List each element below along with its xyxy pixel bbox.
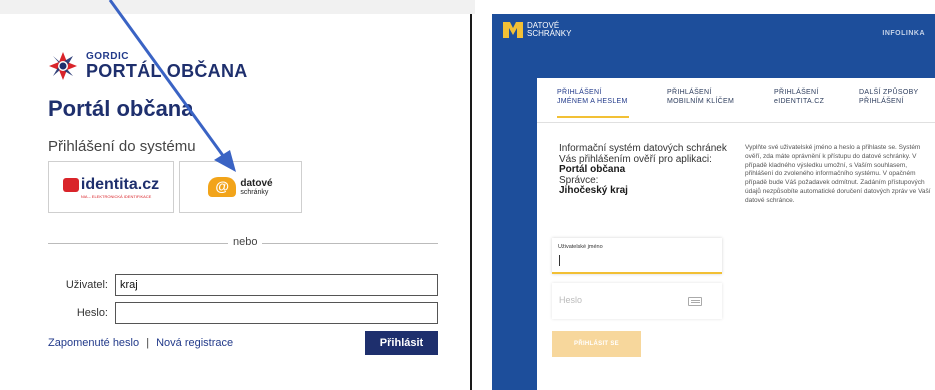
password-label: Heslo: <box>76 307 108 319</box>
ds-username-label: Uživatelské jméno <box>558 244 603 250</box>
login-tabs: PŘIHLÁŠENÍ JMÉNEM A HESLEM PŘIHLÁŠENÍ MO… <box>537 78 935 123</box>
top-strip <box>0 0 475 14</box>
tab-line2: PŘIHLÁŠENÍ <box>859 97 904 105</box>
username-input[interactable] <box>115 274 438 296</box>
identita-tagline: NIA – ELEKTRONICKÁ IDENTIFIKACE <box>80 193 152 199</box>
page-title: Portál občana <box>48 96 194 121</box>
tab-line1: PŘIHLÁŠENÍ <box>667 89 712 96</box>
infolinka-link[interactable]: INFOLINKA <box>882 30 925 37</box>
login-card: PŘIHLÁŠENÍ JMÉNEM A HESLEM PŘIHLÁŠENÍ MO… <box>537 78 935 390</box>
app-name: Portál občana <box>559 164 626 175</box>
datove-schranky-login-button[interactable]: datové schránky <box>179 161 302 213</box>
active-tab-indicator <box>557 116 629 118</box>
datove-schranky-icon <box>208 177 237 197</box>
forgot-password-link[interactable]: Zapomenuté heslo <box>48 337 139 349</box>
ds-logo-line2: SCHRÁNKY <box>527 29 572 39</box>
login-instructions: Vyplňte své uživatelské jméno a heslo a … <box>745 144 931 204</box>
identita-label: identita.cz <box>80 175 160 193</box>
panel-border <box>470 14 472 390</box>
divider-line-left <box>48 243 228 244</box>
password-input[interactable] <box>115 302 438 324</box>
ds-logo-icon <box>503 22 523 39</box>
app-info: Informační systém datových schránek Vás … <box>559 143 734 197</box>
text-cursor <box>559 255 560 266</box>
tab-name-password[interactable]: PŘIHLÁŠENÍ JMÉNEM A HESLEM <box>557 89 629 118</box>
divider-line-right <box>262 243 438 244</box>
keyboard-icon[interactable] <box>688 297 702 306</box>
links-separator: | <box>146 337 150 349</box>
tab-line1: PŘIHLÁŠENÍ <box>557 89 602 96</box>
ds-login-button[interactable]: PŘIHLÁSIT SE <box>552 331 641 357</box>
admin-name: Jihočeský kraj <box>559 185 628 196</box>
ds-label-line1: datové <box>240 177 273 189</box>
gordic-logo-icon <box>49 52 77 80</box>
portal-logo: GORDIC PORTÁL OBČANA <box>48 51 248 81</box>
tab-other-methods[interactable]: DALŠÍ ZPŮSOBY PŘIHLÁŠENÍ <box>859 89 919 107</box>
app-info-text: Informační systém datových schránek Vás … <box>559 143 727 165</box>
register-link[interactable]: Nová registrace <box>156 337 233 349</box>
or-text: nebo <box>233 236 258 248</box>
tab-eidentita[interactable]: PŘIHLÁŠENÍ eIDENTITA.CZ <box>774 89 824 107</box>
tab-line1: DALŠÍ ZPŮSOBY <box>859 89 919 96</box>
logo-big-text: PORTÁL OBČANA <box>86 61 248 81</box>
ds-password-field[interactable]: Heslo <box>552 283 722 319</box>
identita-icon <box>62 177 79 192</box>
links-row: Zapomenuté heslo | Nová registrace <box>48 337 233 349</box>
tab-line1: PŘIHLÁŠENÍ <box>774 89 819 96</box>
tab-line2: MOBILNÍM KLÍČEM <box>667 97 735 105</box>
identita-login-button[interactable]: identita.cz NIA – ELEKTRONICKÁ IDENTIFIK… <box>48 161 174 213</box>
portal-obcana-panel: GORDIC PORTÁL OBČANA Portál občana Přihl… <box>0 0 475 390</box>
or-divider: nebo <box>48 236 438 250</box>
username-label: Uživatel: <box>65 279 108 291</box>
tab-line2: JMÉNEM A HESLEM <box>557 97 628 105</box>
login-button[interactable]: Přihlásit <box>365 331 438 355</box>
ds-password-placeholder: Heslo <box>559 295 583 305</box>
ds-label-line2: schránky <box>240 188 269 196</box>
ds-username-field[interactable]: Uživatelské jméno <box>552 238 722 274</box>
tab-mobile-key[interactable]: PŘIHLÁŠENÍ MOBILNÍM KLÍČEM <box>667 89 734 107</box>
ds-logo: DATOVÉ SCHRÁNKY <box>503 21 572 39</box>
page-subtitle: Přihlášení do systému <box>48 138 196 155</box>
tab-line2: eIDENTITA.CZ <box>774 97 825 105</box>
datove-schranky-panel: DATOVÉ SCHRÁNKY INFOLINKA PŘIHLÁŠENÍ JMÉ… <box>492 14 935 390</box>
